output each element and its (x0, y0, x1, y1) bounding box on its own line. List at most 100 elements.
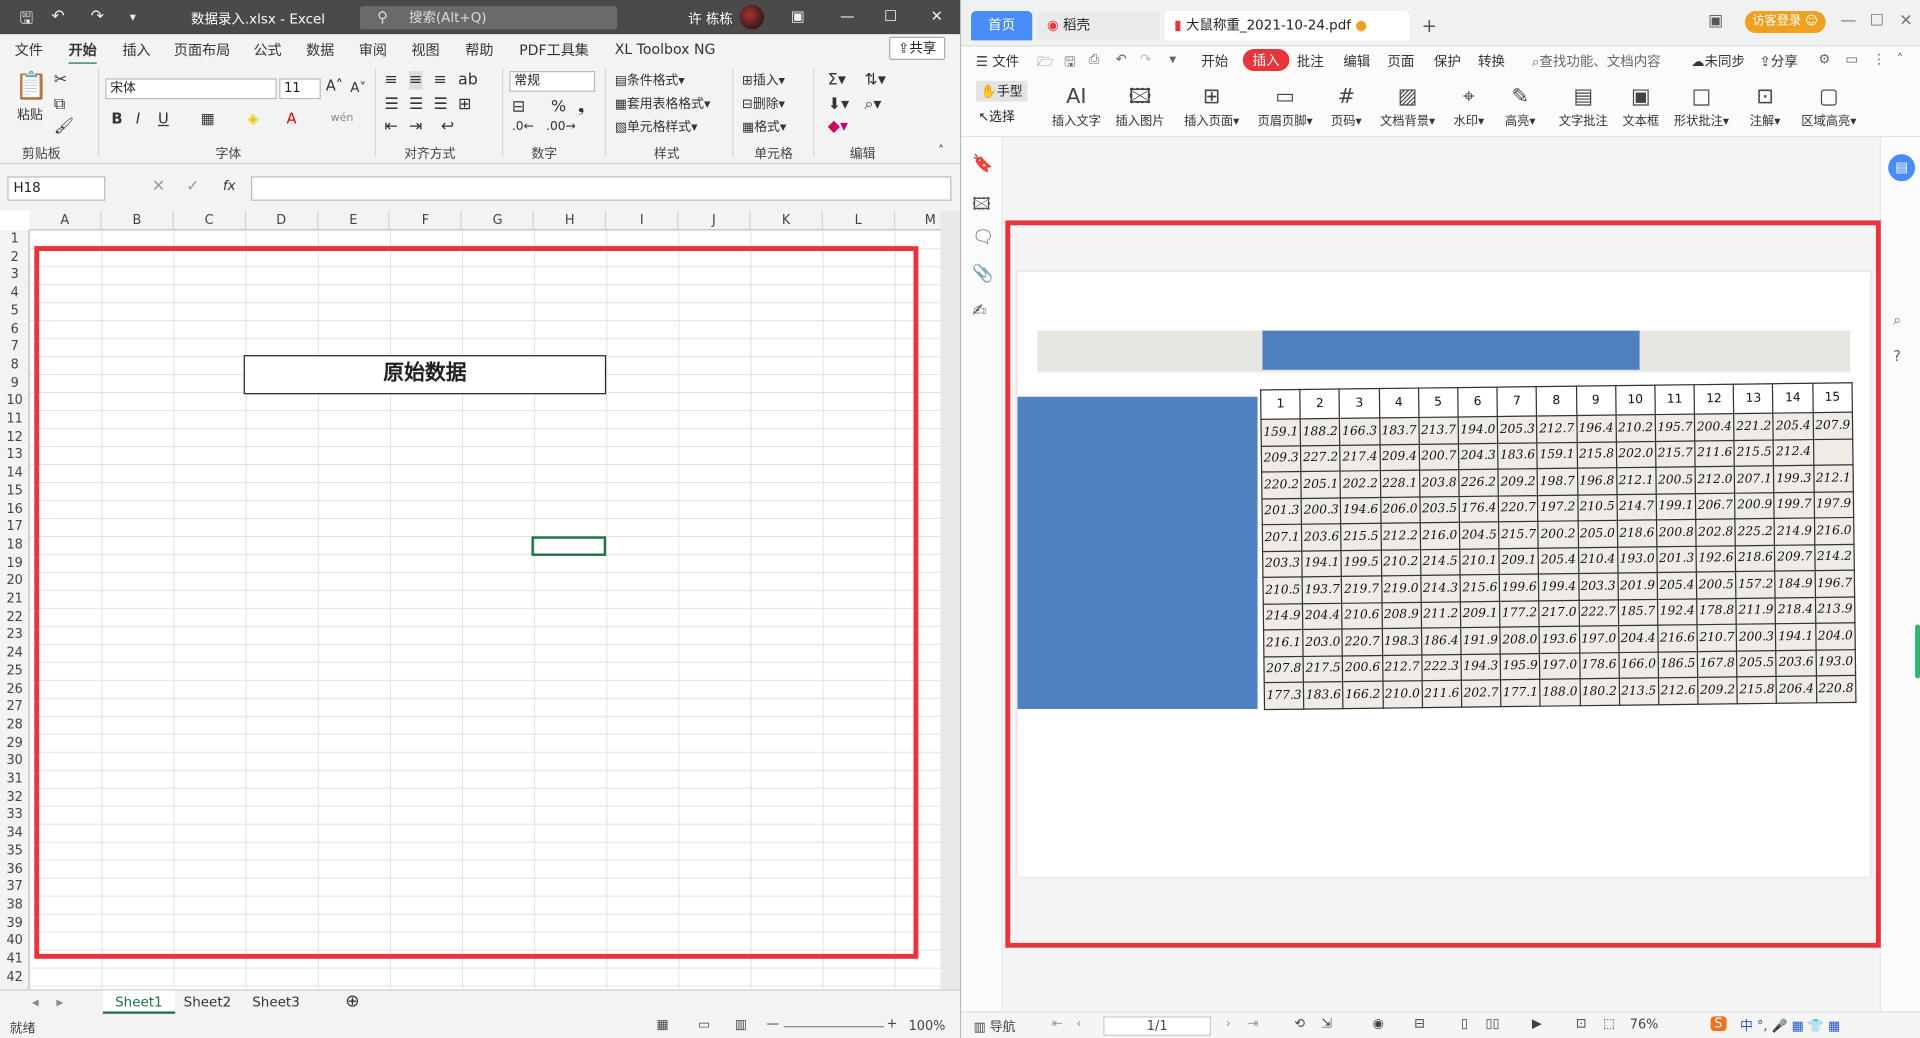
row-header[interactable]: 14 (0, 464, 29, 482)
textbox-tool[interactable]: ▣ 文本框 (1622, 83, 1659, 128)
column-header[interactable]: L (823, 210, 895, 231)
cut-icon[interactable]: ✂ (54, 71, 67, 89)
zoom-level[interactable]: 76% (1630, 1018, 1659, 1033)
row-header[interactable]: 22 (0, 608, 29, 626)
column-header[interactable]: J (678, 210, 751, 231)
align-left-icon[interactable]: ☰ (384, 96, 398, 114)
tab-formulas[interactable]: 公式 (253, 40, 281, 60)
menu-file[interactable]: ☰ 文件 (976, 51, 1019, 71)
scroll-sheets-right-icon[interactable]: ▸ (44, 991, 75, 1014)
row-header[interactable]: 8 (0, 356, 29, 374)
row-header[interactable]: 1 (0, 230, 29, 248)
collapse-icon[interactable]: ˄ (1897, 51, 1904, 67)
decrease-indent-icon[interactable]: ⇤ (384, 118, 397, 136)
bold-icon[interactable]: B (111, 110, 122, 127)
signature-icon[interactable]: ✍ (972, 301, 986, 321)
menu-insert[interactable]: 插入 (1242, 48, 1290, 72)
page-number-input[interactable]: 1/1 (1103, 1016, 1212, 1036)
row-header[interactable]: 13 (0, 446, 29, 464)
wps-pdf-tab[interactable]: ▮ 大鼠称重_2021-10-24.pdf ● (1164, 11, 1410, 41)
close-icon[interactable]: ✕ (931, 7, 943, 24)
sheet-tab-2[interactable]: Sheet2 (171, 991, 243, 1014)
ime-icon[interactable]: S (1710, 1016, 1727, 1032)
row-header[interactable]: 30 (0, 752, 29, 770)
decrease-font-icon[interactable]: A˅ (350, 80, 366, 96)
menu-comment[interactable]: 批注 (1297, 51, 1324, 71)
select-tool[interactable]: ↖选择 (978, 108, 1015, 126)
row-header[interactable]: 34 (0, 824, 29, 842)
row-header[interactable]: 12 (0, 428, 29, 446)
align-right-icon[interactable]: ☰ (433, 96, 447, 114)
search-box[interactable]: ⌕查找功能、文档内容 (1532, 51, 1661, 71)
font-color-icon[interactable]: A (287, 110, 297, 127)
new-tab-icon[interactable]: + (1422, 15, 1437, 37)
page-break-icon[interactable]: ▥ (735, 1018, 747, 1033)
redo-icon[interactable]: ↷ (91, 7, 104, 25)
row-header[interactable]: 19 (0, 554, 29, 572)
row-header[interactable]: 37 (0, 878, 29, 896)
bookmark-icon[interactable]: 🔖 (972, 154, 993, 174)
row-header[interactable]: 16 (0, 500, 29, 518)
more-icon[interactable]: ▾ (1169, 51, 1176, 67)
ime-status-icon[interactable]: 中 °, 🎤 ▦ 👕 ▦ (1740, 1016, 1840, 1034)
vertical-scrollbar[interactable] (940, 210, 961, 990)
column-header[interactable]: H (534, 210, 607, 231)
merge-center-icon[interactable]: ⊞ (458, 96, 471, 114)
add-sheet-icon[interactable]: ⊕ (333, 991, 372, 1014)
cell-styles-button[interactable]: ▧单元格样式▾ (615, 118, 698, 136)
row-header[interactable]: 38 (0, 896, 29, 914)
print-icon[interactable]: ⎙ (1089, 51, 1100, 68)
menu-start[interactable]: 开始 (1201, 51, 1228, 71)
row-header[interactable]: 23 (0, 626, 29, 644)
row-header[interactable]: 4 (0, 284, 29, 302)
save-icon[interactable]: 🖫 (1064, 51, 1075, 74)
excel-search-box[interactable]: ⚲ 搜索(Alt+Q) (360, 6, 618, 30)
row-header[interactable]: 15 (0, 482, 29, 500)
split-icon[interactable]: ⊟ (1414, 1016, 1425, 1031)
share-button[interactable]: ⇪分享 (1760, 51, 1798, 71)
comment-icon[interactable]: 🗨 (972, 228, 994, 248)
column-header[interactable]: E (318, 210, 390, 231)
last-page-icon[interactable]: ⇥ (1248, 1016, 1259, 1031)
align-center-icon[interactable]: ☰ (409, 96, 423, 114)
wps-daoke-tab[interactable]: ◉ 稻壳 (1037, 11, 1160, 41)
row-header[interactable]: 28 (0, 716, 29, 734)
autosum-icon[interactable]: Σ▾ (828, 71, 846, 89)
tab-review[interactable]: 审阅 (359, 40, 387, 60)
avatar[interactable] (739, 4, 765, 30)
ribbon-display-icon[interactable]: ▣ (791, 7, 805, 24)
accounting-format-icon[interactable]: ⊟ (512, 98, 525, 116)
maximize-icon[interactable]: ☐ (884, 7, 897, 24)
close-icon[interactable]: ✕ (1899, 12, 1912, 30)
area-highlight-tool[interactable]: ▢ 区域高亮▾ (1801, 83, 1856, 128)
help-icon[interactable]: ▭ (1845, 51, 1858, 67)
italic-icon[interactable]: I (136, 110, 140, 127)
save-icon[interactable]: 🖫 (20, 7, 34, 34)
insert-text-tool[interactable]: AI 插入文字 (1052, 83, 1101, 128)
column-header[interactable]: D (246, 210, 318, 231)
row-header[interactable]: 36 (0, 860, 29, 878)
sheet-tab-1[interactable]: Sheet1 (102, 990, 175, 1014)
column-header[interactable]: K (751, 210, 823, 231)
increase-font-icon[interactable]: A˄ (326, 77, 343, 94)
undo-icon[interactable]: ↶ (1116, 51, 1127, 67)
row-header[interactable]: 20 (0, 572, 29, 590)
zoom-slider[interactable] (783, 1026, 885, 1028)
menu-protect[interactable]: 保护 (1434, 51, 1461, 71)
row-header[interactable]: 17 (0, 518, 29, 536)
row-header[interactable]: 31 (0, 770, 29, 788)
minimize-icon[interactable]: — (1840, 12, 1856, 30)
row-header[interactable]: 10 (0, 392, 29, 410)
page-layout-icon[interactable]: ▭ (698, 1018, 710, 1033)
format-cells-button[interactable]: ▦格式▾ (742, 118, 786, 136)
text-comment-tool[interactable]: ▤ 文字批注 (1559, 83, 1608, 128)
row-header[interactable]: 40 (0, 932, 29, 950)
row-header[interactable]: 18 (0, 536, 29, 554)
excel-user-name[interactable]: 许 栋栋 (688, 9, 733, 29)
single-page-icon[interactable]: ▯ (1461, 1016, 1468, 1031)
tab-home[interactable]: 开始 (68, 40, 97, 65)
column-header[interactable]: F (390, 210, 463, 231)
fill-color-icon[interactable]: ◈ (247, 110, 258, 127)
wps-home-tab[interactable]: 首页 (971, 11, 1033, 41)
eye-icon[interactable]: ◉ (1373, 1016, 1384, 1031)
